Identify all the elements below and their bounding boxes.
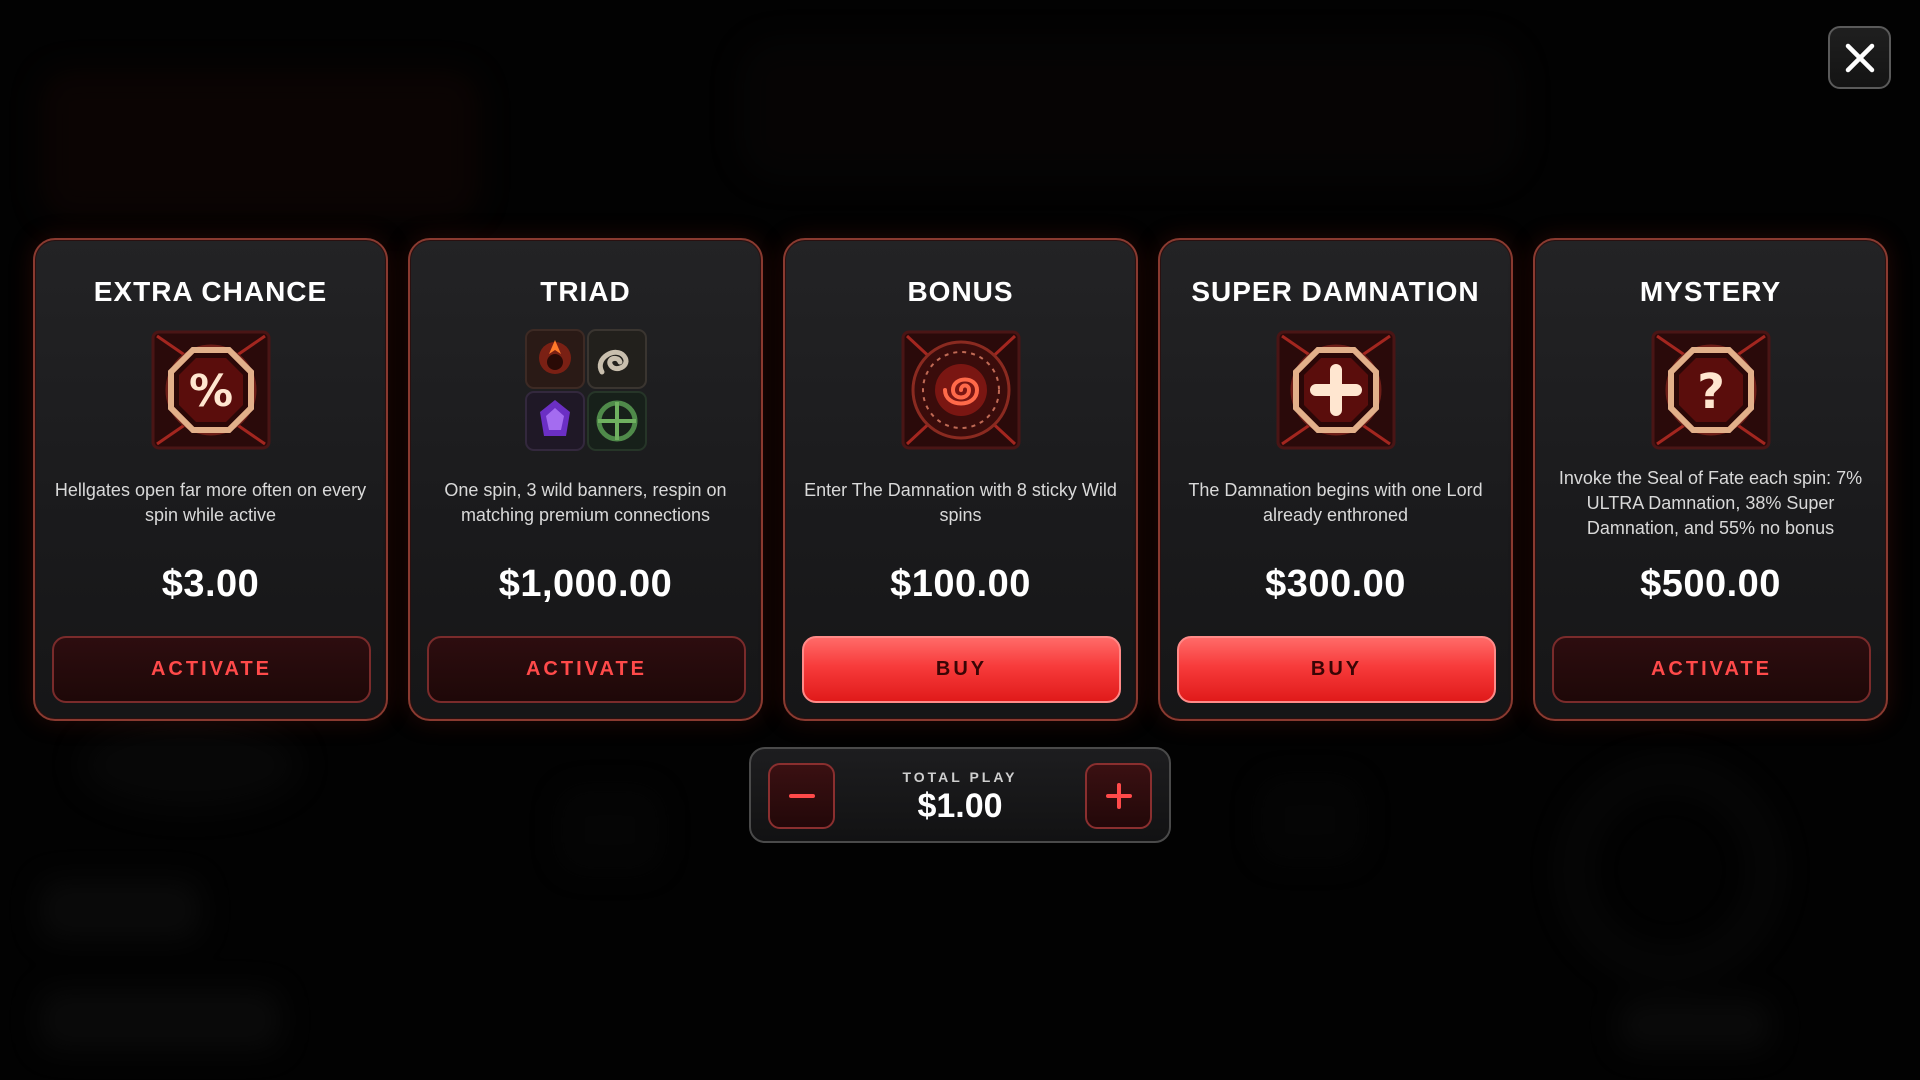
- activate-button[interactable]: ACTIVATE: [427, 636, 746, 703]
- card-price: $500.00: [1640, 563, 1781, 605]
- close-button[interactable]: [1828, 26, 1891, 89]
- feature-card-triad: TRIAD One spin, 3 wild banners, respin o…: [408, 238, 763, 721]
- plus-seal-icon: [1274, 328, 1398, 452]
- card-description: Enter The Damnation with 8 sticky Wild s…: [804, 480, 1117, 525]
- question-seal-icon: ?: [1649, 328, 1773, 452]
- card-price: $100.00: [890, 563, 1031, 605]
- triad-symbols-icon: [524, 328, 648, 452]
- feature-card-extra-chance: EXTRA CHANCE % Hellgates open far more o…: [33, 238, 388, 721]
- feature-card-bonus: BONUS Enter The Damnation with 8 sticky …: [783, 238, 1138, 721]
- feature-card-super-damnation: SUPER DAMNATION The Damnation begins wit…: [1158, 238, 1513, 721]
- card-description: Invoke the Seal of Fate each spin: 7% UL…: [1558, 468, 1863, 538]
- card-description: One spin, 3 wild banners, respin on matc…: [444, 480, 727, 525]
- card-title: TRIAD: [540, 276, 631, 307]
- card-title: SUPER DAMNATION: [1191, 276, 1480, 307]
- increase-bet-button[interactable]: [1085, 763, 1152, 829]
- buy-button[interactable]: BUY: [1177, 636, 1496, 703]
- card-price: $3.00: [161, 563, 260, 605]
- card-price: $300.00: [1265, 563, 1406, 605]
- close-icon: [1845, 43, 1874, 72]
- feature-buy-screen: EXTRA CHANCE % Hellgates open far more o…: [0, 0, 1920, 1080]
- card-title: MYSTERY: [1639, 276, 1782, 307]
- card-title: BONUS: [907, 276, 1014, 307]
- svg-text:%: %: [188, 366, 232, 417]
- card-description: The Damnation begins with one Lord alrea…: [1188, 480, 1483, 525]
- card-title: EXTRA CHANCE: [93, 276, 328, 307]
- card-description: Hellgates open far more often on every s…: [54, 480, 367, 525]
- activate-button[interactable]: ACTIVATE: [1552, 636, 1871, 703]
- feature-cards: EXTRA CHANCE % Hellgates open far more o…: [33, 238, 1888, 721]
- card-price: $1,000.00: [498, 563, 673, 605]
- rune-spiral-icon: [899, 328, 1023, 452]
- plus-icon: [1105, 783, 1132, 809]
- activate-button[interactable]: ACTIVATE: [52, 636, 371, 703]
- total-play-control: TOTAL PLAY $1.00: [749, 747, 1171, 843]
- svg-text:?: ?: [1697, 364, 1725, 420]
- percent-seal-icon: %: [149, 328, 273, 452]
- feature-card-mystery: MYSTERY ? Invoke the Seal of Fate each s…: [1533, 238, 1888, 721]
- buy-button[interactable]: BUY: [802, 636, 1121, 703]
